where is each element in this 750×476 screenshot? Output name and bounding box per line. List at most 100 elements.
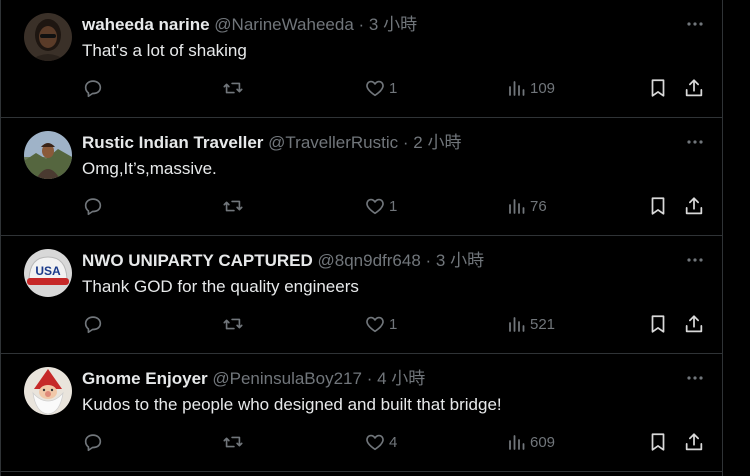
separator-dot: · <box>402 133 409 152</box>
tweet-text: That's a lot of shaking <box>82 41 247 60</box>
share-button[interactable] <box>683 430 705 454</box>
retweet-button[interactable] <box>222 194 244 218</box>
like-count: 1 <box>389 315 398 333</box>
timestamp[interactable]: 3 小時 <box>369 15 417 34</box>
avatar[interactable] <box>24 367 72 415</box>
like-count: 4 <box>389 433 398 451</box>
more-button[interactable] <box>685 14 705 34</box>
like-icon <box>366 434 384 451</box>
more-button[interactable] <box>685 368 705 388</box>
tweet-header: waheeda narine @NarineWaheeda · 3 小時 <box>82 14 417 36</box>
more-button[interactable] <box>685 132 705 152</box>
views-button[interactable]: 109 <box>507 76 555 100</box>
avatar-image <box>24 367 72 415</box>
like-button[interactable]: 1 <box>364 312 397 336</box>
avatar[interactable] <box>24 13 72 61</box>
retweet-icon <box>223 318 243 330</box>
tweet-header: NWO UNIPARTY CAPTURED @8qn9dfr648 · 3 小時 <box>82 250 484 272</box>
retweet-icon <box>223 436 243 448</box>
bookmark-button[interactable] <box>647 194 669 218</box>
timestamp[interactable]: 3 小時 <box>436 251 484 270</box>
like-button[interactable]: 4 <box>364 430 397 454</box>
bookmark-icon <box>651 197 665 215</box>
like-count: 1 <box>389 79 398 97</box>
reply-button[interactable] <box>82 76 104 100</box>
bookmark-icon <box>651 315 665 333</box>
share-button[interactable] <box>683 194 705 218</box>
like-icon <box>366 198 384 215</box>
tweet[interactable]: Gnome Enjoyer @PeninsulaBoy217 · 4 小時 Ku… <box>1 354 723 472</box>
more-icon <box>687 376 703 380</box>
author-handle[interactable]: @PeninsulaBoy217 <box>212 369 362 388</box>
like-button[interactable]: 1 <box>364 194 397 218</box>
bookmark-button[interactable] <box>647 76 669 100</box>
more-icon <box>687 22 703 26</box>
retweet-icon <box>223 82 243 94</box>
avatar[interactable] <box>24 131 72 179</box>
separator-dot: · <box>366 369 373 388</box>
author-name[interactable]: NWO UNIPARTY CAPTURED <box>82 251 313 270</box>
views-button[interactable]: 521 <box>507 312 555 336</box>
avatar[interactable]: USA <box>24 249 72 297</box>
avatar-image <box>24 131 72 179</box>
reply-button[interactable] <box>82 430 104 454</box>
separator-dot: · <box>358 15 365 34</box>
tweet[interactable]: USA NWO UNIPARTY CAPTURED @8qn9dfr648 · … <box>1 236 723 354</box>
bookmark-button[interactable] <box>647 430 669 454</box>
more-button[interactable] <box>685 250 705 270</box>
retweet-icon <box>223 200 243 212</box>
share-icon <box>685 197 703 215</box>
share-icon <box>685 315 703 333</box>
view-count: 109 <box>530 79 556 97</box>
tweet[interactable]: waheeda narine @NarineWaheeda · 3 小時 Tha… <box>1 0 723 118</box>
timestamp[interactable]: 4 小時 <box>377 369 425 388</box>
like-button[interactable]: 1 <box>364 76 397 100</box>
views-icon <box>509 81 525 96</box>
like-count: 1 <box>389 197 398 215</box>
reply-button[interactable] <box>82 194 104 218</box>
more-icon <box>687 140 703 144</box>
like-icon <box>366 80 384 97</box>
author-handle[interactable]: @8qn9dfr648 <box>318 251 421 270</box>
reply-button[interactable] <box>82 312 104 336</box>
reply-icon <box>84 434 102 452</box>
like-icon <box>366 316 384 333</box>
view-count: 76 <box>530 197 547 215</box>
reply-icon <box>84 316 102 334</box>
share-button[interactable] <box>683 76 705 100</box>
share-button[interactable] <box>683 312 705 336</box>
separator-dot: · <box>425 251 432 270</box>
retweet-button[interactable] <box>222 76 244 100</box>
right-margin <box>723 0 750 476</box>
author-name[interactable]: Rustic Indian Traveller <box>82 133 263 152</box>
bookmark-icon <box>651 79 665 97</box>
timestamp[interactable]: 2 小時 <box>413 133 461 152</box>
avatar-image <box>24 13 72 61</box>
author-handle[interactable]: @NarineWaheeda <box>214 15 353 34</box>
share-icon <box>685 79 703 97</box>
author-name[interactable]: waheeda narine <box>82 15 210 34</box>
author-handle[interactable]: @TravellerRustic <box>268 133 398 152</box>
views-icon <box>509 435 525 450</box>
views-icon <box>509 317 525 332</box>
retweet-button[interactable] <box>222 430 244 454</box>
timeline: waheeda narine @NarineWaheeda · 3 小時 Tha… <box>0 0 723 476</box>
more-icon <box>687 258 703 262</box>
author-name[interactable]: Gnome Enjoyer <box>82 369 208 388</box>
bookmark-button[interactable] <box>647 312 669 336</box>
tweet-text: Thank GOD for the quality engineers <box>82 277 359 296</box>
reply-icon <box>84 80 102 98</box>
views-button[interactable]: 609 <box>507 430 555 454</box>
tweet[interactable]: Rustic Indian Traveller @TravellerRustic… <box>1 118 723 236</box>
bookmark-icon <box>651 433 665 451</box>
share-icon <box>685 433 703 451</box>
tweet-header: Rustic Indian Traveller @TravellerRustic… <box>82 132 461 154</box>
avatar-image: USA <box>24 249 72 297</box>
retweet-button[interactable] <box>222 312 244 336</box>
view-count: 609 <box>530 433 556 451</box>
svg-text:USA: USA <box>35 264 61 278</box>
tweet-text: Omg,It’s,massive. <box>82 159 217 178</box>
views-button[interactable]: 76 <box>507 194 547 218</box>
tweet-header: Gnome Enjoyer @PeninsulaBoy217 · 4 小時 <box>82 368 425 390</box>
tweet-text: Kudos to the people who designed and bui… <box>82 395 502 414</box>
